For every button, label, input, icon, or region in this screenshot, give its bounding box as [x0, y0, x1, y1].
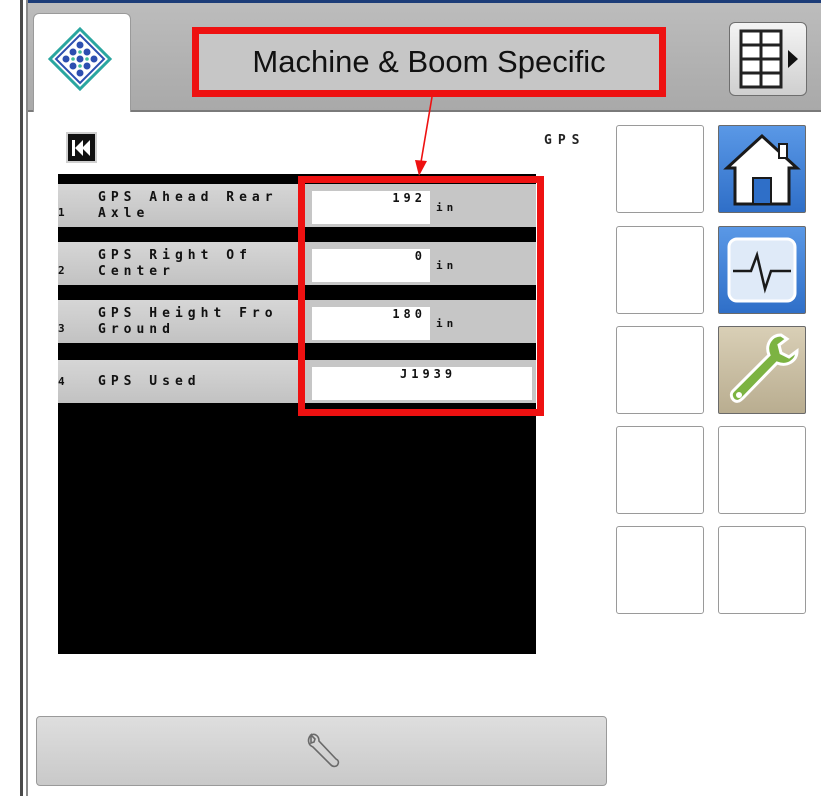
- wrench-outline-icon: [307, 733, 340, 768]
- diagnostics-button[interactable]: [718, 226, 806, 314]
- row-number: 3: [58, 322, 65, 335]
- empty-slot[interactable]: [616, 326, 704, 414]
- row-label-line2: Axle: [98, 206, 150, 221]
- empty-slot[interactable]: [616, 226, 704, 314]
- logo-icon: [47, 26, 113, 92]
- row-label-line2: Ground: [98, 322, 175, 337]
- highlight-box: [298, 176, 544, 416]
- row-label-cell: 1 GPS Ahead Rear Axle: [58, 184, 304, 227]
- tools-button[interactable]: [718, 326, 806, 414]
- row-number: 1: [58, 206, 65, 219]
- row-label-line2: Center: [98, 264, 175, 279]
- wrench-icon: [729, 333, 799, 403]
- back-button[interactable]: [66, 132, 97, 163]
- empty-slot[interactable]: [718, 526, 806, 614]
- row-label-cell: 3 GPS Height Fro Ground: [58, 300, 304, 343]
- row-label-cell: 2 GPS Right Of Center: [58, 242, 304, 285]
- row-label-line1: GPS Height Fro: [98, 306, 278, 321]
- page-title-box: Machine & Boom Specific: [192, 27, 666, 97]
- empty-slot[interactable]: [616, 526, 704, 614]
- row-label-cell: 4 GPS Used: [58, 360, 304, 403]
- skip-back-icon: [72, 140, 90, 156]
- home-button[interactable]: [718, 125, 806, 213]
- home-tab[interactable]: [33, 13, 131, 112]
- row-label-line1: GPS Ahead Rear: [98, 190, 278, 205]
- home-icon: [723, 133, 801, 206]
- empty-slot[interactable]: [718, 426, 806, 514]
- window-frame: [20, 0, 23, 796]
- row-label-line1: GPS Right Of: [98, 248, 252, 263]
- row-label-line1: GPS Used: [98, 374, 201, 389]
- tool-button[interactable]: [36, 716, 607, 786]
- page-title: Machine & Boom Specific: [252, 44, 606, 79]
- header-top-line: [28, 0, 821, 3]
- empty-slot[interactable]: [616, 125, 704, 213]
- heartbeat-icon: [727, 237, 797, 303]
- section-label: GPS: [544, 133, 586, 148]
- window-frame-inner: [26, 0, 28, 796]
- grid-menu-icon: [739, 29, 798, 89]
- empty-slot[interactable]: [616, 426, 704, 514]
- row-number: 4: [58, 375, 65, 388]
- row-number: 2: [58, 264, 65, 277]
- menu-button[interactable]: [729, 22, 807, 96]
